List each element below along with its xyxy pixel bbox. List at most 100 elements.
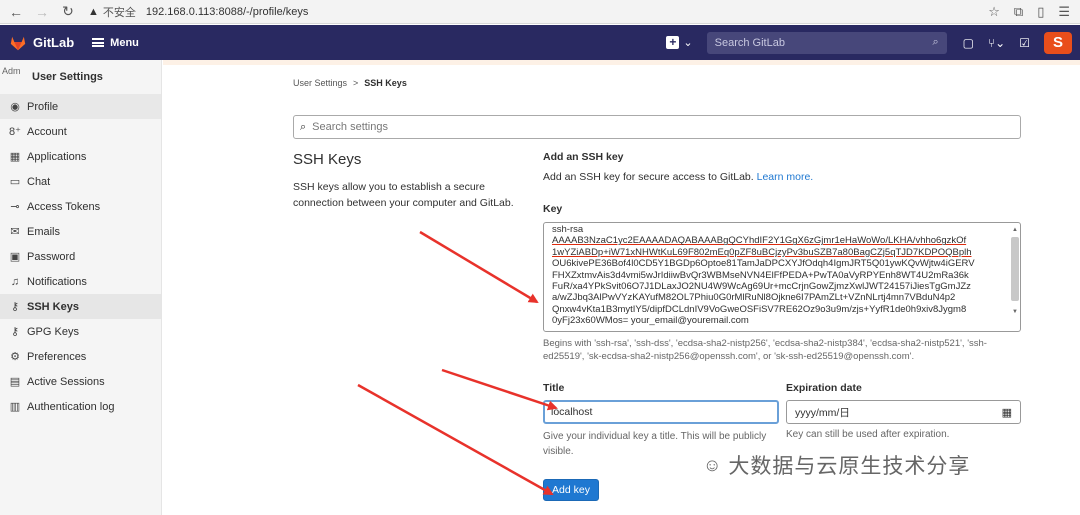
settings-sidebar: Adm User Settings ◉ Profile 8⁺ Account ▦ Appl… — [0, 60, 162, 515]
main-content: User Settings > SSH Keys ⌕ Search settin… — [163, 60, 1080, 515]
applications-icon: ▦ — [9, 151, 21, 163]
key-help-text: Begins with 'ssh-rsa', 'ssh-dss', 'ecdsa… — [543, 338, 987, 362]
sidebar-item-authentication-log[interactable]: ▥ Authentication log — [0, 394, 161, 419]
token-icon: ⊸ — [10, 201, 20, 213]
watermark: ☺ 大数据与云原生技术分享 — [703, 450, 970, 480]
settings-search-input[interactable]: ⌕ Search settings — [293, 115, 1021, 139]
key-textarea[interactable]: ssh-rsa AAAAB3NzaC1yc2EAAAADAQABAAABgQCYh… — [543, 222, 1021, 332]
bell-icon: ♫ — [10, 275, 20, 288]
wechat-icon: ☺ — [703, 454, 723, 475]
sidebar-item-label: SSH Keys — [27, 300, 79, 313]
account-icon: 8⁺ — [9, 126, 21, 138]
sidebar-item-notifications[interactable]: ♫ Notifications — [0, 269, 161, 294]
key-line: Qnxw4vKta1B3mytIY5/dipfDCLdnIV9VoGweOSFi… — [552, 303, 967, 315]
key-line: 0yFj23x60WMos= your_email@youremail.com — [552, 315, 749, 327]
sidebar-item-active-sessions[interactable]: ▤ Active Sessions — [0, 369, 161, 394]
insecure-label: 不安全 — [102, 6, 136, 19]
breadcrumb-current: SSH Keys — [364, 78, 407, 88]
sidebar-item-access-tokens[interactable]: ⊸ Access Tokens — [0, 194, 161, 219]
forward-icon[interactable]: → — [32, 2, 52, 22]
form-description-text: Add an SSH key for secure access to GitL… — [543, 171, 754, 183]
calendar-icon[interactable]: ▦ — [1002, 406, 1012, 419]
favorites-icon[interactable]: ☰ — [1058, 4, 1070, 20]
sidebar-item-preferences[interactable]: ⚙ Preferences — [0, 344, 161, 369]
page-title: SSH Keys — [293, 151, 362, 168]
learn-more-link[interactable]: Learn more. — [757, 171, 814, 183]
sidebar-item-label: Active Sessions — [27, 375, 105, 388]
plus-icon: + — [666, 36, 680, 49]
sidebar-item-gpg-keys[interactable]: ⚷ GPG Keys — [0, 319, 161, 344]
address-bar[interactable]: ▲ 不安全 192.168.0.113:8088/-/profile/keys — [88, 3, 308, 21]
title-input[interactable] — [543, 400, 779, 424]
sidebar-item-label: Preferences — [27, 350, 87, 363]
sogou-badge-icon[interactable]: S — [1044, 31, 1072, 54]
brand-name: GitLab — [33, 35, 75, 50]
key-line: FHXZxtmvAis3d4vmi5wJrIdiiwBvQr3WBMseNVN4… — [552, 269, 969, 281]
search-icon: ⌕ — [932, 36, 939, 48]
sidebar-item-label: Authentication log — [27, 400, 115, 413]
reload-icon[interactable]: ↻ — [58, 2, 78, 22]
key-line: FuR/xa4YPkSvit06O7J1DLaxJO2NU4W9WcAg69Ur… — [552, 281, 971, 293]
merge-requests-icon[interactable]: ⑂⌄ — [988, 36, 1005, 50]
key-label: Key — [543, 203, 563, 215]
chevron-down-icon: ⌄ — [683, 37, 693, 49]
split-screen-icon[interactable]: ▯ — [1037, 4, 1044, 20]
breadcrumb: User Settings > SSH Keys — [293, 78, 407, 88]
scroll-up-icon[interactable]: ▲ — [1012, 225, 1018, 236]
hamburger-icon — [92, 38, 105, 47]
lock-icon: ▣ — [9, 251, 21, 263]
issues-icon[interactable]: ▢ — [963, 36, 974, 50]
textarea-scrollbar[interactable] — [1011, 237, 1019, 301]
todos-icon[interactable]: ☑ — [1019, 36, 1030, 50]
back-icon[interactable]: ← — [6, 2, 26, 22]
monitor-icon: ▤ — [9, 376, 21, 388]
warning-icon: ▲ — [88, 5, 99, 18]
new-dropdown-button[interactable]: + ⌄ — [666, 36, 693, 49]
key-line: a/wZJbq3AlPwVYzKAYufM82OL7Phiu0G0rMlRuNl… — [552, 292, 956, 304]
sidebar-item-label: Chat — [27, 175, 51, 188]
browser-toolbar: ← → ↻ ▲ 不安全 192.168.0.113:8088/-/profile… — [0, 0, 1080, 24]
top-strip — [163, 60, 1080, 65]
sidebar-title: User Settings — [32, 71, 103, 83]
avatar: Adm — [2, 66, 21, 76]
gitlab-logo[interactable]: GitLab — [9, 34, 74, 52]
extensions-icon[interactable]: ⧉ — [1014, 4, 1023, 20]
sidebar-item-label: Applications — [27, 150, 87, 163]
expiration-label: Expiration date — [786, 382, 862, 394]
settings-search-placeholder: Search settings — [312, 121, 388, 133]
sidebar-item-ssh-keys[interactable]: ⚷ SSH Keys — [0, 294, 161, 319]
search-icon: ⌕ — [300, 120, 307, 133]
sidebar-item-password[interactable]: ▣ Password — [0, 244, 161, 269]
add-key-button[interactable]: Add key — [543, 479, 599, 501]
sidebar-item-label: Account — [27, 125, 67, 138]
favorite-star-icon[interactable]: ☆ — [988, 4, 1000, 20]
form-description: Add an SSH key for secure access to GitL… — [543, 171, 1021, 183]
breadcrumb-parent[interactable]: User Settings — [293, 78, 347, 88]
sidebar-nav: ◉ Profile 8⁺ Account ▦ Applications ▭ Chat ⊸ Acce… — [0, 94, 161, 419]
form-heading: Add an SSH key — [543, 151, 624, 163]
sidebar-item-chat[interactable]: ▭ Chat — [0, 169, 161, 194]
key-line: OU6kivePE36Bof4l0CD5Y1BGDp6Optoe81TamJaD… — [552, 258, 975, 270]
menu-button[interactable]: Menu — [92, 37, 139, 49]
sidebar-item-emails[interactable]: ✉ Emails — [0, 219, 161, 244]
expiration-date-input[interactable]: yyyy/mm/日 ▦ — [786, 400, 1021, 424]
breadcrumb-separator: > — [353, 78, 359, 88]
key-line: ssh-rsa — [552, 224, 584, 235]
sidebar-item-applications[interactable]: ▦ Applications — [0, 144, 161, 169]
watermark-text: 大数据与云原生技术分享 — [728, 455, 971, 478]
title-label: Title — [543, 382, 565, 394]
scroll-down-icon[interactable]: ▼ — [1012, 307, 1018, 318]
key-line: AAAAB3NzaC1yc2EAAAADAQABAAABgQCYhdIF2Y1G… — [552, 235, 967, 247]
sidebar-item-profile[interactable]: ◉ Profile — [0, 94, 161, 119]
chat-icon: ▭ — [9, 176, 21, 188]
sidebar-item-account[interactable]: 8⁺ Account — [0, 119, 161, 144]
sidebar-item-label: Access Tokens — [27, 200, 101, 213]
gitlab-header: GitLab Menu + ⌄ Search GitLab ⌕ ▢ ⑂⌄ ☑ S — [0, 25, 1080, 60]
global-search-input[interactable]: Search GitLab ⌕ — [706, 31, 947, 54]
sidebar-header[interactable]: Adm User Settings — [0, 60, 161, 94]
sidebar-item-label: GPG Keys — [27, 325, 79, 338]
gitlab-fox-icon — [10, 36, 26, 50]
expiration-placeholder: yyyy/mm/日 — [795, 406, 850, 419]
sidebar-item-label: Notifications — [27, 275, 87, 288]
email-icon: ✉ — [10, 226, 20, 238]
